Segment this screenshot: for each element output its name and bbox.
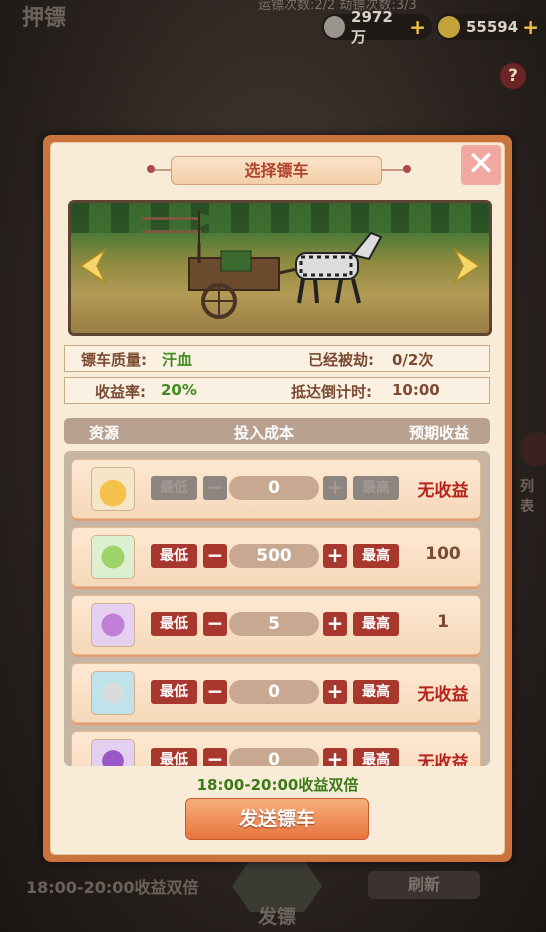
expected-income: 100 xyxy=(425,544,461,564)
list-item: 最低 − 0 + 最高 无收益 xyxy=(71,459,481,519)
min-button[interactable]: 最低 xyxy=(151,612,197,636)
quantity-field[interactable]: 0 xyxy=(229,680,319,704)
title-ornament-dot-left xyxy=(147,165,155,173)
decrease-button[interactable]: − xyxy=(203,748,227,766)
add-silver-icon[interactable]: + xyxy=(409,15,426,39)
help-button[interactable]: ? xyxy=(500,63,526,89)
countdown-value: 10:00 xyxy=(392,381,440,399)
max-button[interactable]: 最高 xyxy=(353,544,399,568)
title-ornament-left xyxy=(153,169,171,171)
increase-button[interactable]: + xyxy=(323,612,347,636)
silver-coin-icon xyxy=(91,671,135,715)
expected-income: 无收益 xyxy=(417,753,469,766)
list-item: 最低 − 500 + 最高 100 xyxy=(71,527,481,587)
gold-resource: 55594 + xyxy=(436,14,546,40)
gold-ingot-icon xyxy=(438,16,460,38)
list-item: 最低 − 0 + 最高 无收益 xyxy=(71,731,481,766)
quantity-field[interactable]: 500 xyxy=(229,544,319,568)
robbed-value: 0/2次 xyxy=(392,351,434,369)
title-ornament-dot-right xyxy=(403,165,411,173)
cart-icon xyxy=(188,211,280,319)
min-button[interactable]: 最低 xyxy=(151,544,197,568)
silver-resource: 2972万 + xyxy=(322,8,432,46)
min-button[interactable]: 最低 xyxy=(151,748,197,766)
background-send-label: 发镖 xyxy=(257,906,296,928)
list-item: 最低 − 5 + 最高 1 xyxy=(71,595,481,655)
double-income-note: 18:00-20:00收益双倍 xyxy=(196,776,359,794)
title-ornament-right xyxy=(380,169,404,171)
column-resource: 资源 xyxy=(89,424,120,442)
increase-button[interactable]: + xyxy=(323,544,347,568)
previous-cart-arrow[interactable] xyxy=(77,247,107,285)
expected-income: 无收益 xyxy=(417,481,469,501)
decrease-button[interactable]: − xyxy=(203,680,227,704)
increase-button[interactable]: + xyxy=(323,680,347,704)
gold-ingot-icon xyxy=(91,467,135,511)
column-cost: 投入成本 xyxy=(234,424,295,442)
silver-amount: 2972万 xyxy=(351,7,393,46)
decrease-button[interactable]: − xyxy=(203,476,227,500)
potion-bottle-icon xyxy=(91,739,135,766)
select-cart-dialog: 选择镖车 ✕ 镖车质量: 汗血 已经被劫: 0/2次 收益率: 20% 抵达倒计… xyxy=(43,135,512,862)
list-side-button[interactable] xyxy=(520,432,546,466)
silver-coin-icon xyxy=(324,16,346,38)
purple-crystal-icon xyxy=(91,603,135,647)
dialog-title: 选择镖车 xyxy=(171,156,382,185)
horse-icon xyxy=(278,231,383,304)
resource-list[interactable]: 最低 − 0 + 最高 无收益 最低 − 500 + 最高 100 最低 − 5… xyxy=(64,451,490,766)
rate-label: 收益率: xyxy=(95,383,146,401)
list-side-label: 列表 xyxy=(520,479,534,515)
gold-amount: 55594 xyxy=(466,18,519,36)
resource-table-header: 资源 投入成本 预期收益 xyxy=(64,418,490,444)
max-button[interactable]: 最高 xyxy=(353,612,399,636)
add-gold-icon[interactable]: + xyxy=(522,15,539,39)
screen-title: 押镖 xyxy=(22,6,67,31)
max-button[interactable]: 最高 xyxy=(353,476,399,500)
background-send-escort-button[interactable]: 发镖 xyxy=(232,860,322,932)
expected-income: 无收益 xyxy=(417,685,469,705)
max-button[interactable]: 最高 xyxy=(353,748,399,766)
list-item: 最低 − 0 + 最高 无收益 xyxy=(71,663,481,723)
background-double-note: 18:00-20:00收益双倍 xyxy=(26,878,199,897)
expected-income: 1 xyxy=(437,612,449,632)
send-cart-button[interactable]: 发送镖车 xyxy=(185,798,369,840)
close-button[interactable]: ✕ xyxy=(461,145,501,185)
min-button[interactable]: 最低 xyxy=(151,680,197,704)
quality-label: 镖车质量: xyxy=(81,351,147,369)
increase-button[interactable]: + xyxy=(323,748,347,766)
green-dumplings-icon xyxy=(91,535,135,579)
quantity-field[interactable]: 5 xyxy=(229,612,319,636)
decrease-button[interactable]: − xyxy=(203,612,227,636)
decrease-button[interactable]: − xyxy=(203,544,227,568)
robbed-label: 已经被劫: xyxy=(308,351,374,369)
quantity-field[interactable]: 0 xyxy=(229,476,319,500)
rate-value: 20% xyxy=(161,381,197,399)
quantity-field[interactable]: 0 xyxy=(229,748,319,766)
max-button[interactable]: 最高 xyxy=(353,680,399,704)
increase-button[interactable]: + xyxy=(323,476,347,500)
cart-quality-row: 镖车质量: 汗血 已经被劫: 0/2次 xyxy=(64,345,490,372)
cart-preview xyxy=(68,200,492,336)
next-cart-arrow[interactable] xyxy=(453,247,483,285)
income-rate-row: 收益率: 20% 抵达倒计时: 10:00 xyxy=(64,377,490,404)
column-expected: 预期收益 xyxy=(409,424,470,442)
refresh-button[interactable]: 刷新 xyxy=(368,871,480,899)
countdown-label: 抵达倒计时: xyxy=(291,383,372,401)
quality-value: 汗血 xyxy=(162,351,193,369)
horse-cart-illustration xyxy=(188,211,383,319)
min-button[interactable]: 最低 xyxy=(151,476,197,500)
